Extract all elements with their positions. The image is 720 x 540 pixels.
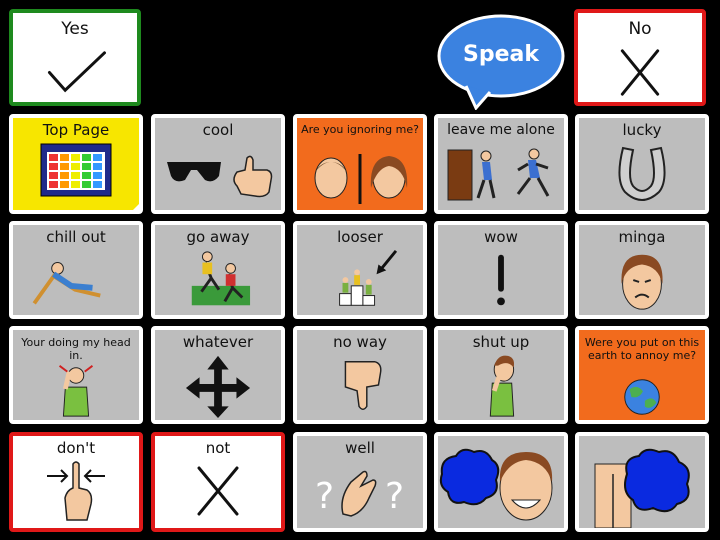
tile-label: don't (56, 439, 96, 457)
tile-label: wow (484, 228, 518, 246)
speak-label: Speak (463, 42, 539, 67)
tile-label: no way (333, 333, 387, 351)
yes-button[interactable]: Yes (9, 9, 141, 106)
headache-icon (13, 360, 139, 420)
svg-text:?: ? (385, 476, 404, 517)
deckchair-icon (13, 247, 139, 315)
tile-shut-up[interactable]: shut up (434, 326, 568, 424)
tile-leave-me-alone[interactable]: leave me alone (434, 114, 568, 214)
hand-question-icon: ? ? (297, 458, 423, 528)
tile-lucky[interactable]: lucky (575, 114, 709, 214)
tile-label: well (345, 439, 375, 457)
tile-label: Top Page (42, 121, 110, 139)
no-button[interactable]: No (574, 9, 706, 106)
tile-looser[interactable]: looser (293, 221, 427, 319)
tile-label: Were you put on this earth to annoy me? (584, 336, 700, 362)
finger-lips-icon (438, 352, 564, 420)
laughing-face-icon (438, 444, 564, 528)
tile-label: whatever (182, 333, 254, 351)
tile-label: Your doing my head in. (21, 336, 131, 362)
tile-label: chill out (46, 228, 106, 246)
two-faces-icon (297, 148, 423, 210)
tile-top-page[interactable]: Top Page (9, 114, 143, 214)
tile-well[interactable]: well ? ? (293, 432, 427, 532)
yes-label: Yes (61, 19, 89, 39)
tile-no-way[interactable]: no way (293, 326, 427, 424)
checkmark-icon (13, 43, 137, 102)
svg-text:?: ? (315, 476, 334, 517)
no-label: No (628, 19, 652, 39)
horseshoe-icon (579, 140, 705, 210)
tile-wow[interactable]: wow (434, 221, 568, 319)
tile-label: minga (618, 228, 666, 246)
tile-dont[interactable]: don't (9, 432, 143, 532)
tile-your-doing-my-head-in[interactable]: Your doing my head in. (9, 326, 143, 424)
finger-arrows-icon (13, 458, 139, 528)
sunglasses-thumbsup-icon (155, 140, 281, 210)
cross-icon (155, 458, 281, 528)
tile-label: not (205, 439, 231, 457)
tile-label: Are you ignoring me? (301, 123, 419, 136)
tile-are-you-ignoring-me[interactable]: Are you ignoring me? (293, 114, 427, 214)
disgusted-face-icon (579, 247, 705, 315)
door-walking-icon (438, 140, 564, 210)
tile-not[interactable]: not (151, 432, 285, 532)
earth-icon (579, 374, 705, 420)
podium-icon (297, 247, 423, 315)
tile-label: lucky (622, 121, 662, 139)
tile-whatever[interactable]: whatever (151, 326, 285, 424)
thumbs-down-icon (297, 352, 423, 420)
four-arrows-icon (155, 352, 281, 420)
tile-label: shut up (472, 333, 530, 351)
tile-label: go away (186, 228, 250, 246)
tile-go-away[interactable]: go away (151, 221, 285, 319)
tile-minga[interactable]: minga (575, 221, 709, 319)
runners-icon (155, 247, 281, 315)
tile-label: cool (202, 121, 234, 139)
bottom-icon (579, 444, 705, 528)
tile-cool[interactable]: cool (151, 114, 285, 214)
tile-laughing-face[interactable] (434, 432, 568, 532)
tile-label: leave me alone (447, 122, 555, 138)
grid-page-icon (13, 140, 139, 210)
cross-icon (578, 43, 702, 102)
tile-chill-out[interactable]: chill out (9, 221, 143, 319)
exclamation-icon (438, 247, 564, 315)
tile-were-you-put-on-this-earth[interactable]: Were you put on this earth to annoy me? (575, 326, 709, 424)
tile-label: looser (337, 228, 383, 246)
tile-bottom[interactable] (575, 432, 709, 532)
